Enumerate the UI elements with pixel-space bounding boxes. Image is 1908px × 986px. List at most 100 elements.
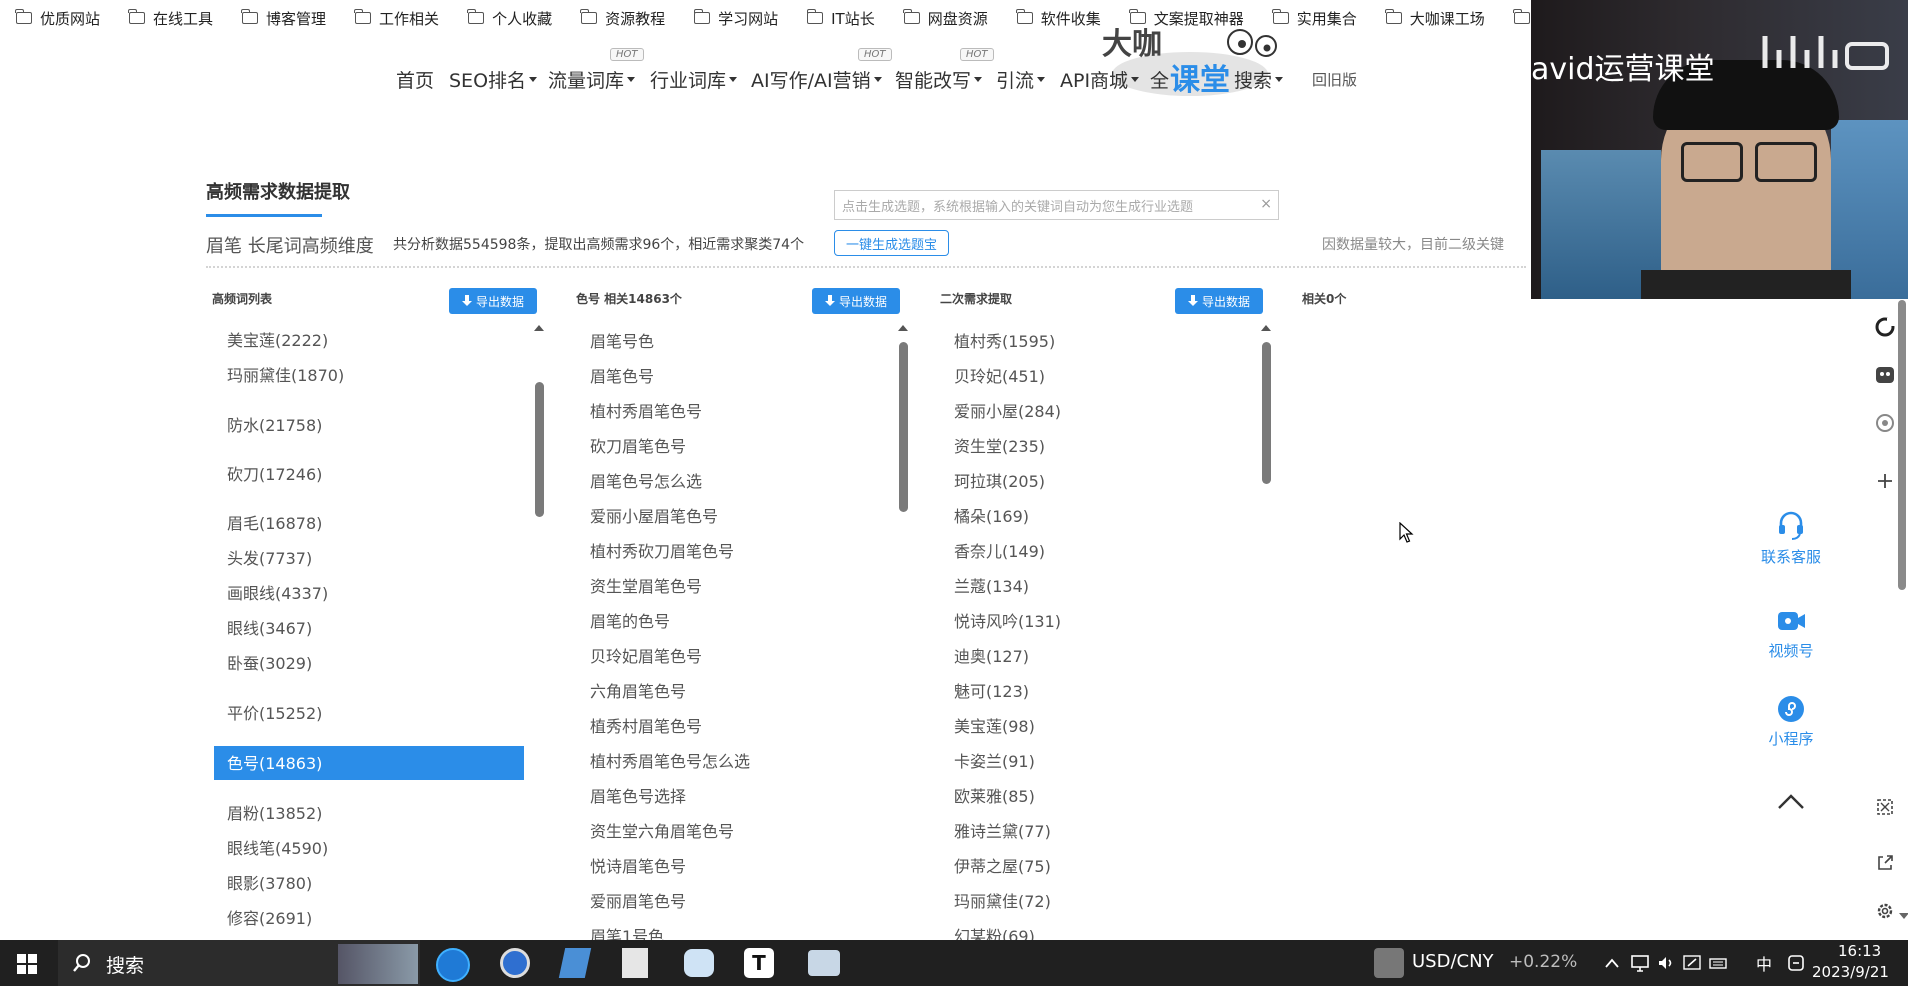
col3-list-item[interactable]: 美宝莲(98)	[954, 717, 1035, 737]
bookmark-2[interactable]: 博客管理	[226, 0, 339, 36]
bookmark-8[interactable]: 网盘资源	[888, 0, 1001, 36]
nav-item-9[interactable]: 搜索	[1234, 66, 1284, 93]
games-icon[interactable]	[1874, 364, 1896, 386]
nav-item-6[interactable]: 引流	[996, 66, 1046, 93]
col1-list-item[interactable]: 眼线笔(4590)	[227, 839, 328, 859]
col2-list-item[interactable]: 爱丽眉笔色号	[590, 892, 686, 912]
col3-list-item[interactable]: 兰蔻(134)	[954, 577, 1029, 597]
col3-list-item[interactable]: 伊蒂之屋(75)	[954, 857, 1051, 877]
notepad-icon[interactable]	[558, 948, 592, 978]
col1-list-item[interactable]: 画眼线(4337)	[227, 584, 328, 604]
col1-list-item[interactable]: 色号(14863)	[227, 754, 322, 774]
nav-item-1[interactable]: SEO排名	[449, 66, 538, 93]
col1-list-item[interactable]: 头发(7737)	[227, 549, 312, 569]
col3-export-button[interactable]: 导出数据	[1175, 288, 1263, 314]
browser-icon[interactable]	[500, 948, 530, 978]
col1-list-item[interactable]: 美宝莲(2222)	[227, 331, 328, 351]
col2-list-item[interactable]: 爱丽小屋眉笔色号	[590, 507, 718, 527]
col2-scrollbar[interactable]	[899, 342, 908, 512]
nav-item-4[interactable]: AI写作/AI营销	[751, 66, 882, 93]
col1-list-item[interactable]: 玛丽黛佳(1870)	[227, 366, 344, 386]
mini-program-link[interactable]: 小程序	[1756, 694, 1826, 749]
col3-list-item[interactable]: 植村秀(1595)	[954, 332, 1055, 352]
screenshot-icon[interactable]	[1874, 796, 1896, 818]
add-icon[interactable]	[1874, 470, 1896, 492]
settings-gear-icon[interactable]	[1874, 900, 1896, 922]
col1-list-item[interactable]: 卧蚕(3029)	[227, 654, 312, 674]
customer-service-link[interactable]: 联系客服	[1756, 508, 1826, 567]
extension-icon[interactable]	[1874, 412, 1896, 434]
col3-scroll-up-icon[interactable]	[1261, 325, 1271, 331]
nav-item-7[interactable]: API商城	[1060, 66, 1140, 93]
bookmark-12[interactable]: 大咖课工场	[1370, 0, 1498, 36]
bookmark-1[interactable]: 在线工具	[113, 0, 226, 36]
col1-list-item[interactable]: 眼影(3780)	[227, 874, 312, 894]
bookmark-5[interactable]: 资源教程	[565, 0, 678, 36]
external-link-icon[interactable]	[1874, 852, 1896, 874]
scroll-down-icon[interactable]	[1898, 912, 1908, 920]
col1-list-item[interactable]: 砍刀(17246)	[227, 465, 322, 485]
volume-icon[interactable]	[1656, 953, 1676, 973]
edge-beta-icon[interactable]	[436, 948, 470, 982]
back-to-top-icon[interactable]	[1776, 792, 1806, 810]
file-explorer-icon[interactable]	[808, 950, 840, 976]
nav-item-0[interactable]: 首页	[396, 66, 434, 93]
col2-list-item[interactable]: 眉笔色号选择	[590, 787, 686, 807]
nav-item-10[interactable]: 回旧版	[1312, 69, 1357, 90]
nav-item-2[interactable]: 流量词库	[548, 66, 636, 93]
bookmark-3[interactable]: 工作相关	[339, 0, 452, 36]
col3-scrollbar[interactable]	[1262, 342, 1271, 484]
keyboard-icon[interactable]	[1708, 953, 1728, 973]
col2-list-item[interactable]: 贝玲妃眉笔色号	[590, 647, 702, 667]
bookmark-6[interactable]: 学习网站	[678, 0, 791, 36]
tray-expand-icon[interactable]	[1604, 957, 1620, 969]
nav-item-5[interactable]: 智能改写	[895, 66, 983, 93]
col2-list-item[interactable]: 植村秀眉笔色号怎么选	[590, 752, 750, 772]
col1-export-button[interactable]: 导出数据	[449, 288, 537, 314]
pen-icon[interactable]	[1682, 953, 1702, 973]
col2-list-item[interactable]: 眉笔色号怎么选	[590, 472, 702, 492]
col2-list-item[interactable]: 砍刀眉笔色号	[590, 437, 686, 457]
col2-list-item[interactable]: 植村秀砍刀眉笔色号	[590, 542, 734, 562]
col2-list-item[interactable]: 眉笔色号	[590, 367, 654, 387]
col1-list-item[interactable]: 眉毛(16878)	[227, 514, 322, 534]
col2-list-item[interactable]: 六角眉笔色号	[590, 682, 686, 702]
col1-list-item[interactable]: 平价(15252)	[227, 704, 322, 724]
nav-item-3[interactable]: 行业词库	[650, 66, 738, 93]
page-scrollbar[interactable]	[1898, 300, 1906, 590]
nav-item-8[interactable]: 全	[1150, 66, 1169, 93]
col3-list-item[interactable]: 卡姿兰(91)	[954, 752, 1035, 772]
col2-export-button[interactable]: 导出数据	[812, 288, 900, 314]
col3-list-item[interactable]: 欧莱雅(85)	[954, 787, 1035, 807]
taskbar-search-box[interactable]: 搜索	[58, 940, 420, 986]
col1-scroll-up-icon[interactable]	[534, 325, 544, 331]
col1-list-item[interactable]: 防水(21758)	[227, 416, 322, 436]
col3-list-item[interactable]: 魅可(123)	[954, 682, 1029, 702]
windows-start-icon[interactable]	[17, 954, 37, 974]
col2-scroll-up-icon[interactable]	[898, 325, 908, 331]
col3-list-item[interactable]: 香奈儿(149)	[954, 542, 1045, 562]
typora-icon[interactable]: T	[744, 948, 774, 978]
generate-topics-button[interactable]: 一键生成选题宝	[834, 230, 949, 256]
ime-indicator[interactable]: 中	[1756, 951, 1772, 975]
editor-icon[interactable]	[622, 948, 648, 978]
col3-list-item[interactable]: 橘朵(169)	[954, 507, 1029, 527]
bookmark-0[interactable]: 优质网站	[0, 0, 113, 36]
col1-list-item[interactable]: 眉粉(13852)	[227, 804, 322, 824]
col3-list-item[interactable]: 悦诗风吟(131)	[954, 612, 1061, 632]
col3-list-item[interactable]: 爱丽小屋(284)	[954, 402, 1061, 422]
app-icon[interactable]	[684, 949, 714, 977]
col2-list-item[interactable]: 悦诗眉笔色号	[590, 857, 686, 877]
col2-list-item[interactable]: 植村秀眉笔色号	[590, 402, 702, 422]
tooltip-close-icon[interactable]: ×	[1260, 196, 1272, 212]
col3-list-item[interactable]: 迪奥(127)	[954, 647, 1029, 667]
network-icon[interactable]	[1630, 953, 1650, 973]
col2-list-item[interactable]: 资生堂六角眉笔色号	[590, 822, 734, 842]
col3-list-item[interactable]: 玛丽黛佳(72)	[954, 892, 1051, 912]
bookmark-4[interactable]: 个人收藏	[452, 0, 565, 36]
col1-list-item[interactable]: 眼线(3467)	[227, 619, 312, 639]
video-channel-link[interactable]: 视频号	[1756, 606, 1826, 661]
col3-list-item[interactable]: 雅诗兰黛(77)	[954, 822, 1051, 842]
bookmark-7[interactable]: IT站长	[791, 0, 888, 36]
col2-list-item[interactable]: 资生堂眉笔色号	[590, 577, 702, 597]
